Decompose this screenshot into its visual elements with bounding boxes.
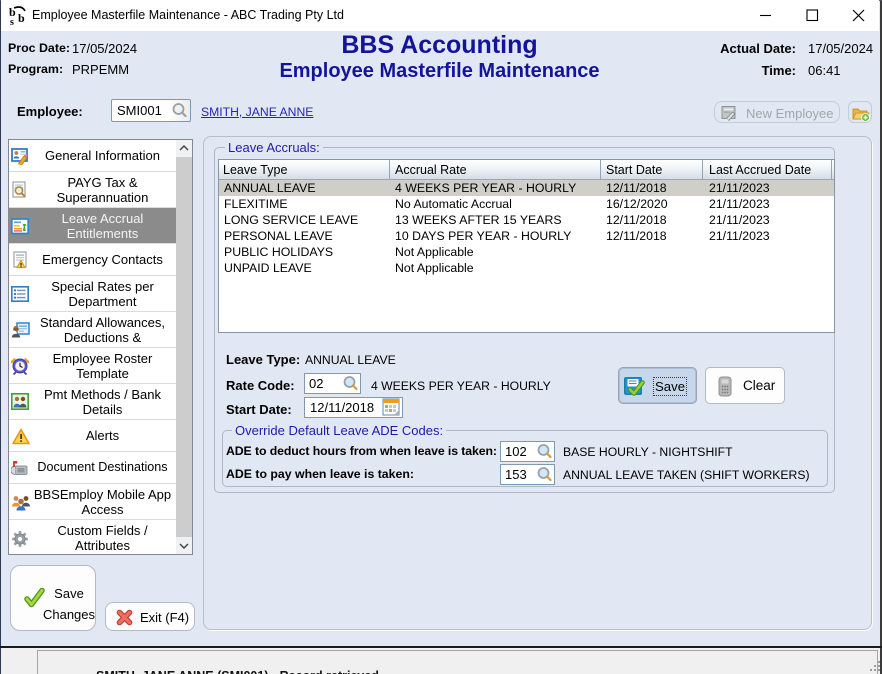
svg-text:s: s xyxy=(10,17,14,27)
svg-text:b: b xyxy=(18,11,25,25)
